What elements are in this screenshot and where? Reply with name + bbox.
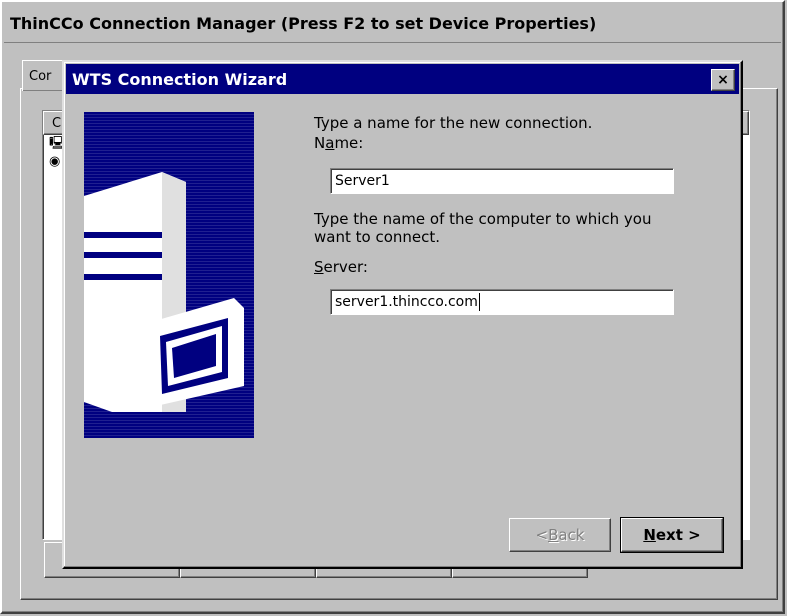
server-prompt-line1: Type the name of the computer to which y… — [314, 210, 652, 228]
server-computer-illustration — [84, 112, 254, 438]
wts-connection-wizard-dialog: WTS Connection Wizard × Type a name for … — [62, 60, 743, 569]
close-button[interactable]: × — [711, 69, 735, 91]
list-header-label: C — [52, 115, 62, 131]
server-computer-icon — [84, 172, 244, 412]
dialog-title: WTS Connection Wizard × — [66, 64, 739, 94]
back-button[interactable]: < Back — [509, 518, 611, 552]
server-label: Server: — [314, 258, 368, 276]
dialog-title-text: WTS Connection Wizard — [72, 69, 288, 89]
text-caret — [478, 293, 480, 311]
tab-label: Cor — [29, 68, 52, 84]
window-title: ThinCCo Connection Manager (Press F2 to … — [4, 4, 781, 43]
globe-icon[interactable]: ◉ — [49, 155, 63, 169]
close-icon: × — [717, 72, 729, 88]
name-field-value: Server1 — [335, 173, 390, 189]
server-field[interactable]: server1.thincco.com — [330, 289, 674, 315]
name-prompt: Type a name for the new connection. — [314, 114, 593, 132]
name-label: Name: — [314, 134, 364, 152]
name-field[interactable]: Server1 — [330, 168, 674, 194]
server-field-value: server1.thincco.com — [335, 294, 478, 310]
next-button[interactable]: Next > — [620, 517, 724, 553]
server-prompt-line2: want to connect. — [314, 228, 441, 246]
computer-icon[interactable]: 🖳 — [49, 137, 66, 151]
